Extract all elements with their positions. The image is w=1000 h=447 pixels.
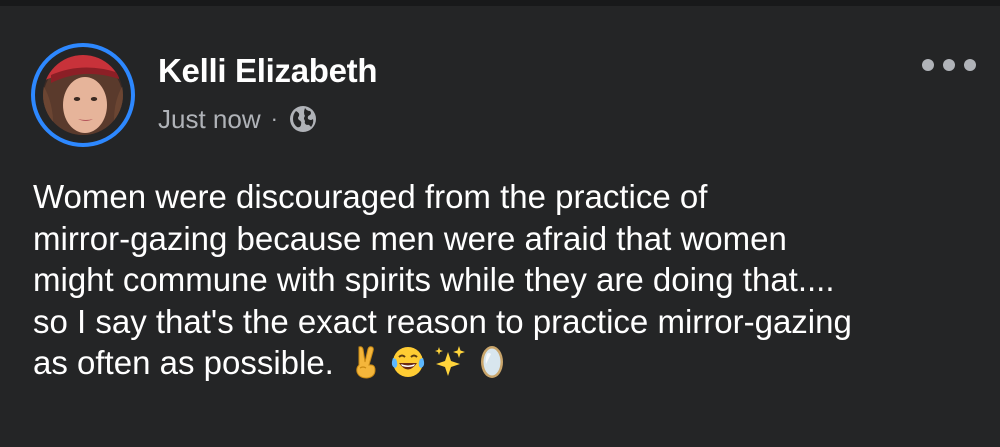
avatar[interactable] [43,55,123,135]
avatar-story-ring[interactable] [31,43,135,147]
post-card: Kelli Elizabeth Just now · Women were di… [0,6,1000,447]
author-name[interactable]: Kelli Elizabeth [158,52,378,90]
meta-separator: · [270,106,278,131]
more-dot-icon [964,59,976,71]
post-timestamp[interactable]: Just now [158,104,261,135]
tears-of-joy-emoji-icon [390,344,426,380]
globe-icon[interactable] [288,104,318,134]
post-text-last-line: as often as possible. [33,342,983,384]
post-meta: Just now · [158,102,318,136]
sparkles-emoji-icon [432,344,468,380]
more-dot-icon [943,59,955,71]
post-text-line: mirror-gazing because men were afraid th… [33,219,787,257]
more-options-button[interactable] [922,52,976,78]
post-text-line: so I say that's the exact reason to prac… [33,302,852,340]
post-text-line: might commune with spirits while they ar… [33,261,835,298]
post-text-line: as often as possible. [33,344,334,381]
post-text: Women were discouraged from the practice… [33,176,983,384]
victory-hand-emoji-icon [348,344,384,380]
post-text-line: Women were discouraged from the practice… [33,178,708,215]
mirror-emoji-icon [474,344,510,380]
emoji-row [348,344,510,380]
more-dot-icon [922,59,934,71]
